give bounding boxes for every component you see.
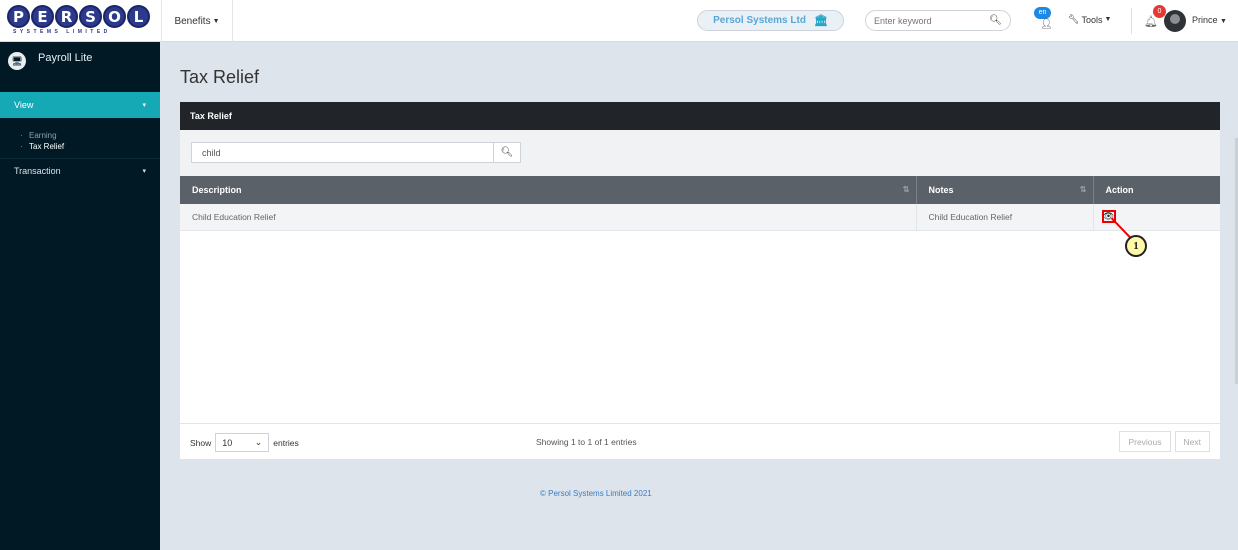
logo-letters: PERSOL: [7, 5, 157, 28]
column-header-action: Action: [1105, 185, 1134, 195]
table-row: Child Education Relief Child Education R…: [180, 204, 1220, 230]
benefits-label: Benefits: [174, 15, 211, 27]
entries-label: entries: [273, 437, 299, 448]
chevron-down-icon: ⌄: [254, 437, 263, 447]
page-size-select[interactable]: 10 ⌄: [215, 433, 270, 452]
sidebar: 🖥︎ Payroll Lite View ▾ Earning Tax Relie…: [0, 42, 160, 550]
company-name: Persol Systems Ltd: [713, 15, 806, 26]
global-search[interactable]: 🔍︎: [865, 10, 1011, 31]
page-title: Tax Relief: [180, 67, 260, 87]
sort-icon: ⇅: [1079, 185, 1087, 194]
previous-button[interactable]: Previous: [1119, 431, 1171, 452]
filter-input[interactable]: [192, 143, 493, 162]
logo-subtext: SYSTEMS LIMITED: [13, 29, 111, 35]
chevron-down-icon: ▾: [142, 102, 146, 109]
chevron-down-icon: ▾: [142, 167, 146, 175]
tax-relief-table: Description ⇅ Notes ⇅ Action Child Educa…: [180, 176, 1220, 231]
sidebar-item-tax-relief[interactable]: Tax Relief: [20, 141, 160, 152]
company-selector[interactable]: Persol Systems Ltd 🏛: [697, 10, 844, 31]
language-badge: en: [1034, 7, 1051, 19]
sort-icon: ⇅: [902, 185, 910, 194]
cell-notes: Child Education Relief: [916, 204, 1094, 230]
divider: [1131, 8, 1132, 34]
app-name: Payroll Lite: [38, 52, 93, 64]
top-navbar: PERSOL SYSTEMS LIMITED Benefits ▼ Persol…: [0, 0, 1238, 42]
language-selector[interactable]: en 👤︎: [1031, 7, 1057, 35]
show-label: Show: [190, 437, 212, 448]
column-header-description[interactable]: Description ⇅: [180, 176, 917, 204]
annotation-marker: 1: [1125, 235, 1147, 257]
benefits-menu[interactable]: Benefits ▼: [161, 0, 233, 42]
tax-relief-card: Tax Relief 🔍︎ Description ⇅ Notes ⇅ Acti…: [180, 102, 1220, 459]
user-speech-icon: 👤︎: [1040, 19, 1053, 30]
filter-area: 🔍︎: [180, 130, 1220, 176]
column-header-notes[interactable]: Notes ⇅: [916, 176, 1094, 204]
cell-description: Child Education Relief: [180, 204, 917, 230]
keyword-search-input[interactable]: [874, 15, 974, 26]
bank-icon: 🏛: [813, 15, 828, 27]
card-title: Tax Relief: [180, 102, 1220, 130]
table-footer: Show 10 ⌄ entries Showing 1 to 1 of 1 en…: [180, 423, 1220, 459]
user-menu[interactable]: Prince ▼: [1192, 15, 1227, 25]
search-button[interactable]: 🔍︎: [493, 143, 520, 162]
caret-down-icon: ▼: [1220, 18, 1227, 25]
monitor-icon: 🖥︎: [8, 52, 26, 70]
user-avatar[interactable]: [1164, 10, 1186, 32]
sidebar-section-view[interactable]: View ▾: [0, 92, 160, 118]
table-header-row: Description ⇅ Notes ⇅ Action: [180, 176, 1220, 204]
search-icon[interactable]: 🔍︎: [989, 15, 1002, 26]
caret-down-icon: ▼: [1104, 16, 1112, 23]
page-size-control: Show 10 ⌄ entries: [190, 433, 299, 452]
search-icon: 🔍︎: [500, 147, 514, 158]
sidebar-item-earning[interactable]: Earning: [20, 130, 160, 141]
sidebar-submenu: Earning Tax Relief: [0, 118, 160, 158]
filter-box: 🔍︎: [191, 142, 521, 163]
sidebar-app-header[interactable]: 🖥︎ Payroll Lite: [0, 42, 160, 92]
section-label: Transaction: [14, 165, 61, 176]
tools-menu[interactable]: 🔧︎ Tools ▼: [1068, 14, 1111, 25]
next-button[interactable]: Next: [1174, 431, 1210, 452]
copyright-footer: © Persol Systems Limited 2021: [540, 489, 652, 498]
table-info: Showing 1 to 1 of 1 entries: [536, 437, 637, 447]
user-name: Prince: [1192, 15, 1218, 25]
sidebar-section-transaction[interactable]: Transaction ▾: [0, 158, 160, 182]
tools-label: Tools: [1081, 14, 1103, 25]
section-label: View: [14, 100, 34, 110]
pagination: Previous Next: [1119, 431, 1210, 452]
persol-logo[interactable]: PERSOL SYSTEMS LIMITED: [7, 5, 157, 37]
caret-down-icon: ▼: [212, 17, 220, 25]
wrench-icon: 🔧︎: [1068, 14, 1080, 24]
